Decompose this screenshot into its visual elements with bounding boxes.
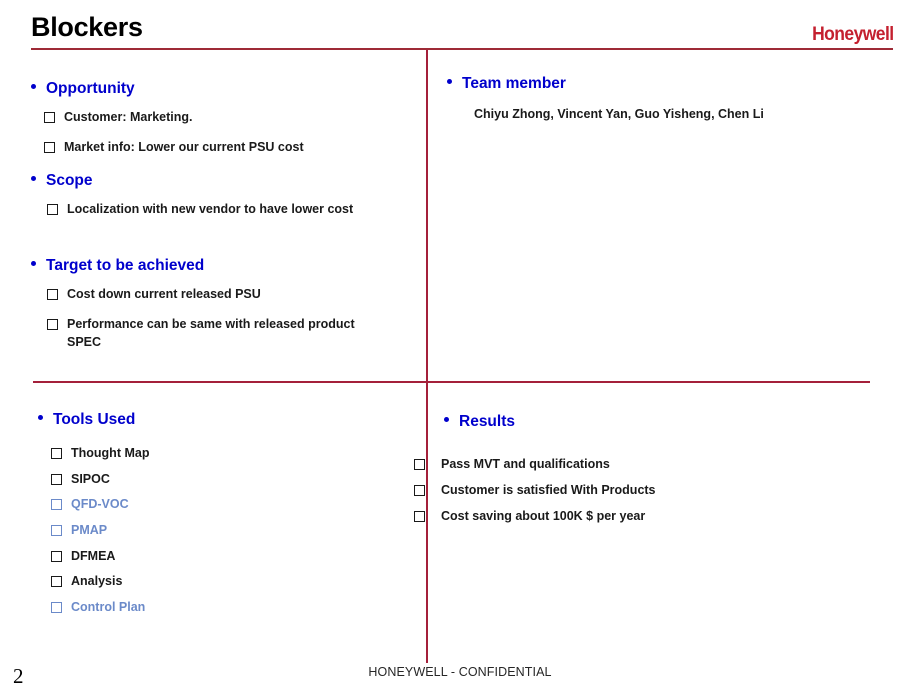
list-item[interactable]: QFD-VOC xyxy=(51,496,129,514)
list-item-label: QFD-VOC xyxy=(71,497,129,511)
footer-confidential-text: HONEYWELL - CONFIDENTIAL xyxy=(368,665,552,679)
list-item[interactable]: SIPOC xyxy=(51,471,110,489)
list-item-label: Analysis xyxy=(71,574,123,588)
list-item[interactable]: Pass MVT and qualifications xyxy=(414,456,610,474)
section-heading-label: Opportunity xyxy=(46,80,135,97)
honeywell-logo: Honeywell xyxy=(812,24,895,45)
list-item-label: Performance can be same with released pr… xyxy=(67,317,355,349)
list-item-label: Thought Map xyxy=(71,446,150,460)
list-item[interactable]: Market info: Lower our current PSU cost xyxy=(44,139,414,157)
checkbox-icon xyxy=(51,602,62,613)
checkbox-icon xyxy=(51,576,62,587)
bullet-icon xyxy=(31,176,36,181)
bullet-icon xyxy=(31,84,36,89)
section-heading-label: Team member xyxy=(462,75,566,92)
horizontal-divider xyxy=(33,381,870,383)
list-item[interactable]: DFMEA xyxy=(51,548,115,566)
checkbox-icon xyxy=(51,499,62,510)
section-heading-team-member: Team member xyxy=(447,75,566,93)
list-item-label: Control Plan xyxy=(71,600,146,614)
section-heading-label: Results xyxy=(459,413,515,430)
checkbox-icon xyxy=(51,474,62,485)
list-item[interactable]: Cost down current released PSU xyxy=(47,286,417,304)
list-item-label: Localization with new vendor to have low… xyxy=(67,202,354,216)
checkbox-icon xyxy=(51,551,62,562)
list-item-label: Pass MVT and qualifications xyxy=(441,457,610,471)
checkbox-icon xyxy=(47,289,58,300)
bullet-icon xyxy=(447,79,452,84)
list-item-label: Customer: Marketing. xyxy=(64,110,193,124)
list-item-label: PMAP xyxy=(71,523,108,537)
section-heading-scope: Scope xyxy=(31,172,93,190)
checkbox-icon xyxy=(414,485,425,496)
list-item[interactable]: Customer: Marketing. xyxy=(44,109,414,127)
list-item[interactable]: Localization with new vendor to have low… xyxy=(47,201,422,219)
list-item-label: SIPOC xyxy=(71,472,110,486)
checkbox-icon xyxy=(47,204,58,215)
section-heading-opportunity: Opportunity xyxy=(31,80,135,98)
list-item[interactable]: Analysis xyxy=(51,573,122,591)
checkbox-icon xyxy=(44,112,55,123)
list-item[interactable]: Customer is satisfied With Products xyxy=(414,482,656,500)
list-item[interactable]: Control Plan xyxy=(51,599,145,617)
section-heading-label: Tools Used xyxy=(53,411,136,428)
checkbox-icon xyxy=(47,319,58,330)
checkbox-icon xyxy=(414,459,425,470)
page-number: 2 xyxy=(13,664,24,688)
team-member-names: Chiyu Zhong, Vincent Yan, Guo Yisheng, C… xyxy=(474,107,764,121)
checkbox-icon xyxy=(51,525,62,536)
list-item-label: Cost saving about 100K $ per year xyxy=(441,509,646,523)
section-heading-results: Results xyxy=(444,413,515,431)
list-item[interactable]: PMAP xyxy=(51,522,107,540)
bullet-icon xyxy=(444,417,449,422)
list-item[interactable]: Thought Map xyxy=(51,445,149,463)
list-item-label: Market info: Lower our current PSU cost xyxy=(64,140,304,154)
checkbox-icon xyxy=(414,511,425,522)
list-item-label: Customer is satisfied With Products xyxy=(441,483,656,497)
list-item-label: Cost down current released PSU xyxy=(67,287,261,301)
bullet-icon xyxy=(31,261,36,266)
bullet-icon xyxy=(38,415,43,420)
vertical-divider xyxy=(426,50,428,663)
section-heading-label: Target to be achieved xyxy=(46,257,205,274)
header-divider xyxy=(31,48,893,50)
checkbox-icon xyxy=(44,142,55,153)
section-heading-tools-used: Tools Used xyxy=(38,411,135,429)
section-heading-target: Target to be achieved xyxy=(31,257,204,275)
section-heading-label: Scope xyxy=(46,172,93,189)
checkbox-icon xyxy=(51,448,62,459)
list-item[interactable]: Performance can be same with released pr… xyxy=(47,316,385,352)
list-item[interactable]: Cost saving about 100K $ per year xyxy=(414,508,645,526)
list-item-label: DFMEA xyxy=(71,549,116,563)
page-title: Blockers xyxy=(31,12,143,42)
